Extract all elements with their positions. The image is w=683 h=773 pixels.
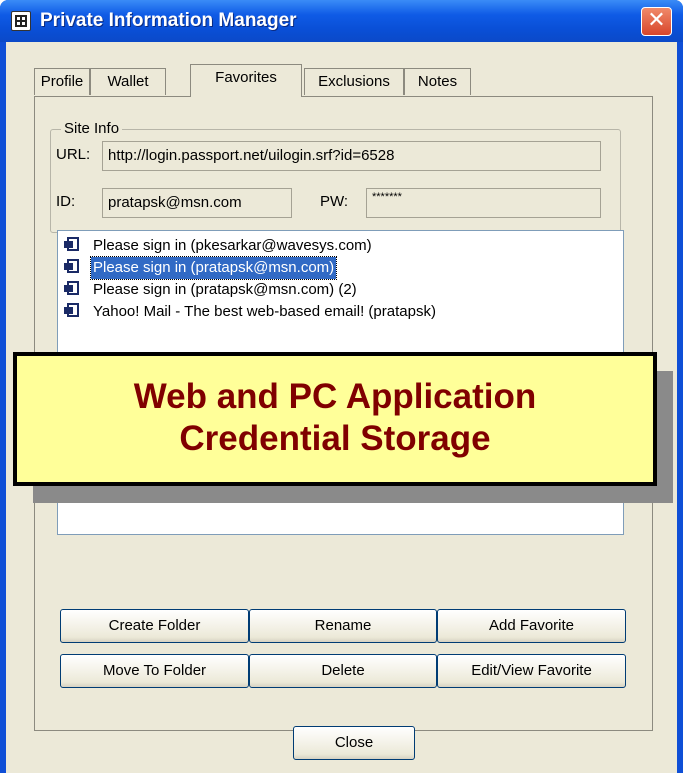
- list-item-label: Please sign in (pratapsk@msn.com) (2): [93, 281, 357, 298]
- favorite-page-icon: [64, 237, 80, 252]
- favorite-page-icon: [64, 259, 80, 274]
- tab-wallet[interactable]: Wallet: [90, 68, 166, 95]
- id-label: ID:: [56, 193, 76, 210]
- list-item[interactable]: Yahoo! Mail - The best web-based email! …: [64, 301, 438, 323]
- list-item-label: Please sign in (pkesarkar@wavesys.com): [93, 237, 372, 254]
- callout-line-1: Web and PC Application: [133, 377, 537, 416]
- list-item-label: Yahoo! Mail - The best web-based email! …: [93, 303, 436, 320]
- close-button[interactable]: Close: [293, 726, 415, 760]
- tab-notes[interactable]: Notes: [404, 68, 471, 95]
- url-field[interactable]: http://login.passport.net/uilogin.srf?id…: [102, 141, 601, 171]
- delete-button[interactable]: Delete: [249, 654, 437, 688]
- create-folder-button[interactable]: Create Folder: [60, 609, 249, 643]
- grid-app-icon: [11, 11, 31, 31]
- password-field[interactable]: *******: [366, 188, 601, 218]
- add-favorite-button[interactable]: Add Favorite: [437, 609, 626, 643]
- list-item-label: Please sign in (pratapsk@msn.com): [89, 256, 338, 280]
- callout-line-2: Credential Storage: [179, 419, 491, 458]
- site-info-label: Site Info: [61, 120, 123, 137]
- callout-banner: Web and PC Application Credential Storag…: [13, 352, 657, 486]
- tab-profile[interactable]: Profile: [34, 68, 90, 95]
- close-window-button[interactable]: ✕: [641, 7, 672, 36]
- move-to-folder-button[interactable]: Move To Folder: [60, 654, 249, 688]
- list-item[interactable]: Please sign in (pkesarkar@wavesys.com): [64, 235, 374, 257]
- tab-favorites[interactable]: Favorites: [190, 64, 302, 97]
- rename-button[interactable]: Rename: [249, 609, 437, 643]
- id-field[interactable]: pratapsk@msn.com: [102, 188, 292, 218]
- favorite-page-icon: [64, 303, 80, 318]
- url-label: URL:: [56, 146, 91, 163]
- window-title: Private Information Manager: [40, 10, 297, 31]
- pw-label: PW:: [320, 193, 349, 210]
- list-item-selected[interactable]: Please sign in (pratapsk@msn.com): [64, 256, 338, 280]
- list-item[interactable]: Please sign in (pratapsk@msn.com) (2): [64, 279, 359, 301]
- edit-view-favorite-button[interactable]: Edit/View Favorite: [437, 654, 626, 688]
- tab-exclusions[interactable]: Exclusions: [304, 68, 404, 95]
- title-bar[interactable]: Private Information Manager ✕: [0, 0, 683, 42]
- site-info-group: Site Info URL: http://login.passport.net…: [50, 120, 621, 233]
- favorite-page-icon: [64, 281, 80, 296]
